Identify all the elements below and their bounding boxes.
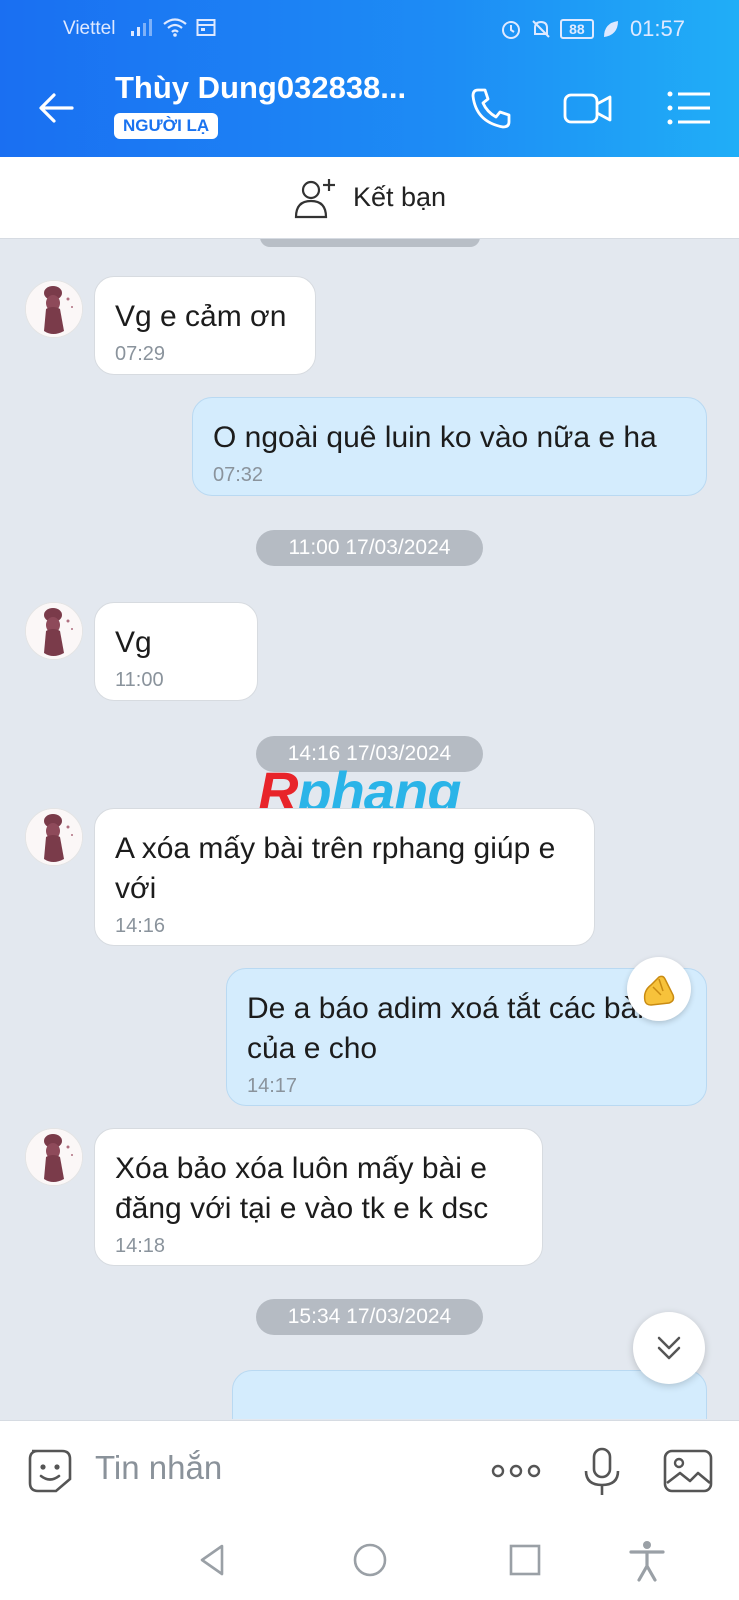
message-time: 07:29	[115, 343, 166, 365]
video-call-button[interactable]	[562, 82, 614, 134]
message-text: Vg e cảm ơn	[115, 300, 287, 333]
message-text: A xóa mấy bài trên rphang giúp e với	[115, 832, 556, 905]
phone-icon	[471, 88, 511, 129]
more-options-button[interactable]	[488, 1443, 544, 1499]
timestamp-pill-partial	[260, 239, 480, 247]
nav-back-button[interactable]	[190, 1538, 234, 1582]
avatar-portrait-icon	[26, 281, 82, 337]
mute-bell-icon	[532, 20, 550, 38]
back-button[interactable]	[32, 84, 80, 132]
add-friend-button[interactable]: Kết bạn	[0, 157, 739, 239]
avatar-portrait-icon	[26, 1129, 82, 1185]
chat-header: Thùy Dung032838... NGƯỜI LẠ	[0, 58, 739, 157]
message-input[interactable]: Tin nhắn	[95, 1449, 222, 1487]
double-chevron-down-icon	[657, 1336, 681, 1360]
wifi-icon	[163, 18, 187, 37]
message-time: 14:16	[115, 915, 166, 937]
message-time: 14:18	[115, 1235, 166, 1257]
alarm-icon	[501, 21, 520, 39]
outgoing-message-partial[interactable]	[232, 1370, 707, 1419]
message-text: O ngoài quê luin ko vào nữa e ha	[213, 421, 657, 454]
triangle-back-icon	[200, 1544, 224, 1576]
message-time: 07:32	[213, 464, 264, 486]
status-bar: Viettel 88 01:57	[0, 0, 739, 58]
nav-home-button[interactable]	[348, 1538, 392, 1582]
image-gallery-icon	[663, 1449, 713, 1493]
accessibility-person-icon	[629, 1541, 665, 1582]
list-menu-icon	[667, 91, 710, 125]
message-text: Vg	[115, 626, 152, 659]
nav-recents-button[interactable]	[503, 1538, 547, 1582]
system-navigation-bar	[0, 1520, 739, 1600]
calendar-icon	[196, 19, 216, 36]
emoji-button[interactable]	[22, 1443, 78, 1499]
contact-avatar[interactable]	[25, 808, 83, 866]
message-composer: Tin nhắn	[0, 1420, 739, 1520]
avatar-portrait-icon	[26, 603, 82, 659]
square-recents-icon	[509, 1544, 541, 1576]
signal-icon	[131, 19, 152, 36]
add-user-icon	[294, 178, 335, 218]
voice-message-button[interactable]	[574, 1443, 630, 1499]
stranger-badge: NGƯỜI LẠ	[114, 113, 219, 139]
message-time: 14:17	[247, 1075, 298, 1097]
options-menu-button[interactable]	[664, 82, 716, 134]
incoming-message[interactable]: A xóa mấy bài trên rphang giúp e với 14:…	[94, 808, 595, 946]
avatar-portrait-icon	[26, 809, 82, 865]
message-text: Xóa bảo xóa luôn mấy bài e đăng với tại …	[115, 1152, 489, 1225]
status-icons-right: 88 01:57	[500, 16, 685, 42]
microphone-icon	[584, 1447, 620, 1495]
top-bar: Viettel 88 01:57 Thùy Dung032838... NGƯỜ…	[0, 0, 739, 157]
chat-scroll-area[interactable]: Vg e cảm ơn 07:29 O ngoài quê luin ko và…	[0, 239, 739, 1419]
message-time: 11:00	[115, 669, 164, 691]
date-divider: 11:00 17/03/2024	[256, 530, 483, 566]
status-icons-left	[130, 17, 216, 37]
video-camera-icon	[563, 93, 612, 124]
circle-home-icon	[353, 1543, 387, 1577]
message-text: De a báo adim xoá tắt các bài của e cho	[247, 992, 644, 1065]
date-divider: 15:34 17/03/2024	[256, 1299, 483, 1335]
scroll-to-bottom-button[interactable]	[633, 1312, 705, 1384]
pinched-hand-emoji-icon	[643, 975, 675, 1006]
incoming-message[interactable]: Vg e cảm ơn 07:29	[94, 276, 316, 375]
contact-avatar[interactable]	[25, 602, 83, 660]
carrier-label: Viettel	[63, 18, 116, 39]
battery-indicator: 88	[559, 19, 594, 39]
contact-name[interactable]: Thùy Dung032838...	[115, 70, 406, 106]
leaf-icon	[603, 21, 618, 37]
accessibility-button[interactable]	[625, 1538, 669, 1582]
outgoing-message[interactable]: O ngoài quê luin ko vào nữa e ha 07:32	[192, 397, 707, 496]
contact-avatar[interactable]	[25, 1128, 83, 1186]
more-dots-icon	[491, 1464, 541, 1478]
voice-call-button[interactable]	[466, 82, 518, 134]
add-friend-label: Kết bạn	[352, 182, 447, 212]
sticker-smile-icon	[28, 1449, 72, 1493]
contact-avatar[interactable]	[25, 280, 83, 338]
incoming-message[interactable]: Vg 11:00	[94, 602, 258, 701]
clock: 01:57	[629, 16, 685, 41]
message-reaction[interactable]	[627, 957, 691, 1021]
send-image-button[interactable]	[660, 1443, 716, 1499]
back-arrow-icon	[39, 93, 74, 123]
incoming-message[interactable]: Xóa bảo xóa luôn mấy bài e đăng với tại …	[94, 1128, 543, 1266]
